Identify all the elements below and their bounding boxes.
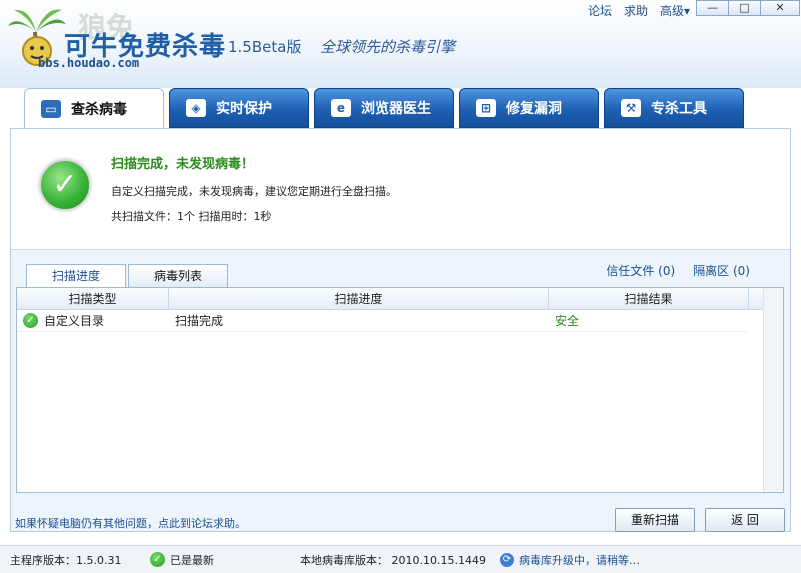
tab-scan-virus[interactable]: ▭ 查杀病毒 (24, 88, 164, 129)
check-circle-icon: ✓ (39, 159, 91, 211)
db-upgrade-status[interactable]: ⟳ 病毒库升级中，请稍等… (500, 552, 640, 568)
result-stats: 共扫描文件：1个 扫描用时：1秒 (111, 210, 272, 223)
app-header: 狼兔 可牛免费杀毒 1.5Beta版 全球领先的杀毒引擎 bbs.houdao.… (0, 0, 801, 88)
close-button[interactable]: ✕ (760, 0, 800, 16)
program-version: 主程序版本：1.5.0.31 (10, 552, 121, 568)
help-link[interactable]: 求助 (624, 2, 648, 19)
column-header-progress[interactable]: 扫描进度 (169, 288, 549, 309)
tab-label: 浏览器医生 (361, 101, 431, 117)
ie-icon: e (331, 99, 351, 117)
monitor-icon: ▭ (41, 100, 61, 118)
advanced-menu[interactable]: 高级▾ (660, 2, 690, 19)
subtab-virus-list[interactable]: 病毒列表 (128, 264, 228, 287)
tab-label: 查杀病毒 (71, 102, 127, 118)
up-to-date-text: 已是最新 (170, 553, 214, 567)
tab-browser-doctor[interactable]: e 浏览器医生 (314, 88, 454, 128)
forum-help-link[interactable]: 如果怀疑电脑仍有其他问题，点此到论坛求助。 (15, 515, 246, 531)
quarantine-links: 信任文件 (0) 隔离区 (0) (606, 262, 750, 279)
table-header: 扫描类型 扫描进度 扫描结果 (17, 288, 783, 310)
quarantine-link[interactable]: 隔离区 (0) (693, 262, 750, 279)
watermark-url: bbs.houdao.com (38, 56, 140, 70)
tab-special-tools[interactable]: ⚒ 专杀工具 (604, 88, 744, 128)
app-slogan: 全球领先的杀毒引擎 (320, 38, 456, 56)
tab-label: 实时保护 (216, 101, 272, 117)
table-row[interactable]: ✓ 自定义目录 扫描完成 安全 (17, 310, 749, 332)
tab-realtime-protection[interactable]: ◈ 实时保护 (169, 88, 309, 128)
back-button[interactable]: 返 回 (705, 508, 785, 532)
app-version: 1.5Beta版 (228, 38, 302, 56)
cell-type: ✓ 自定义目录 (17, 310, 169, 331)
tools-icon: ⚒ (621, 99, 641, 117)
db-version: 本地病毒库版本： 2010.10.15.1449 (300, 552, 486, 568)
scan-table: 扫描类型 扫描进度 扫描结果 ✓ 自定义目录 扫描完成 安全 (16, 287, 784, 493)
main-panel: ✓ 扫描完成，未发现病毒！ 自定义扫描完成，未发现病毒，建议您定期进行全盘扫描。… (10, 128, 791, 532)
tab-label: 专杀工具 (651, 101, 707, 117)
cell-result: 安全 (555, 313, 580, 328)
forum-link[interactable]: 论坛 (588, 2, 612, 19)
update-globe-icon: ⟳ (500, 552, 514, 567)
result-description: 自定义扫描完成，未发现病毒，建议您定期进行全盘扫描。 (111, 185, 397, 198)
result-title: 扫描完成，未发现病毒！ (111, 157, 255, 172)
window-controls: — □ ✕ (696, 0, 800, 16)
check-icon: ✓ (23, 313, 38, 328)
subtab-scan-progress[interactable]: 扫描进度 (26, 264, 126, 288)
maximize-button[interactable]: □ (728, 0, 761, 16)
rescan-button[interactable]: 重新扫描 (615, 508, 695, 532)
check-icon: ✓ (150, 552, 165, 567)
top-links: 论坛 求助 高级▾ (588, 2, 690, 19)
tab-fix-vulnerability[interactable]: ⊞ 修复漏洞 (459, 88, 599, 128)
column-header-type[interactable]: 扫描类型 (17, 288, 169, 309)
scan-details: 扫描进度 病毒列表 信任文件 (0) 隔离区 (0) 扫描类型 扫描进度 扫描结… (11, 249, 790, 532)
db-version-text: 本地病毒库版本： 2010.10.15.1449 (300, 553, 486, 567)
table-scrollbar[interactable] (763, 288, 783, 492)
up-to-date-status: ✓ 已是最新 (150, 552, 214, 568)
shield-icon: ◈ (186, 99, 206, 117)
minimize-button[interactable]: — (696, 0, 729, 16)
status-bar: 主程序版本：1.5.0.31 ✓ 已是最新 本地病毒库版本： 2010.10.1… (0, 545, 801, 573)
trusted-files-link[interactable]: 信任文件 (0) (606, 262, 675, 279)
scan-result-area: ✓ 扫描完成，未发现病毒！ 自定义扫描完成，未发现病毒，建议您定期进行全盘扫描。… (11, 129, 790, 249)
program-version-text: 主程序版本：1.5.0.31 (10, 553, 122, 567)
windows-icon: ⊞ (476, 99, 496, 117)
cell-type-text: 自定义目录 (44, 313, 105, 328)
tab-label: 修复漏洞 (506, 101, 562, 117)
column-header-result[interactable]: 扫描结果 (549, 288, 749, 309)
db-upgrade-text: 病毒库升级中，请稍等… (519, 553, 640, 567)
cell-progress: 扫描完成 (175, 313, 224, 328)
